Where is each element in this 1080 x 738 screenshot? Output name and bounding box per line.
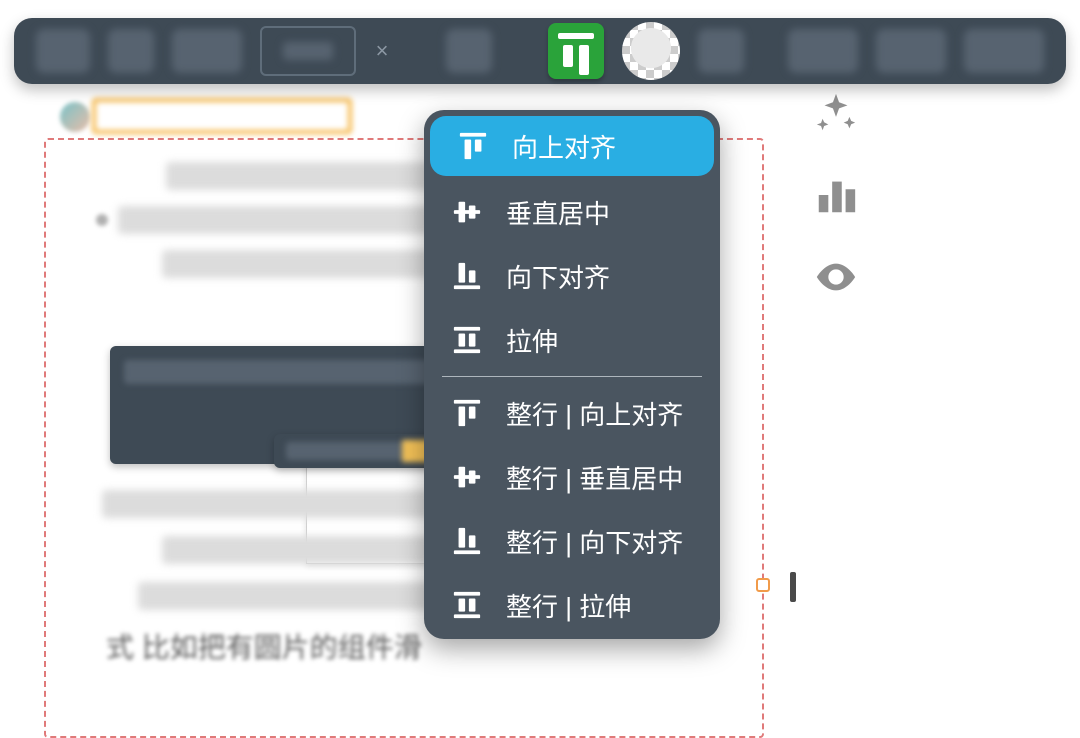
blurred-text (166, 162, 466, 190)
toolbar-button[interactable] (108, 29, 154, 73)
caret-marker (790, 572, 796, 602)
toolbar-button[interactable] (788, 29, 858, 73)
selection-handle[interactable] (756, 578, 770, 592)
vertical-align-button[interactable] (548, 23, 604, 79)
align-middle-icon (450, 195, 484, 229)
stretch-icon (450, 588, 484, 622)
size-input[interactable] (260, 26, 356, 76)
toolbar-button[interactable] (876, 29, 946, 73)
menu-item-label: 整行 | 向上对齐 (506, 395, 683, 432)
right-rail (806, 90, 866, 300)
bar-chart-icon[interactable] (813, 172, 859, 218)
toolbar-button[interactable] (698, 29, 744, 73)
multiply-separator: × (374, 38, 390, 64)
toolbar-button[interactable] (172, 29, 242, 73)
floating-toolbar: × (14, 18, 1066, 84)
highlighted-block (92, 98, 352, 134)
menu-item-label: 垂直居中 (506, 194, 610, 231)
toolbar-button[interactable] (36, 29, 90, 73)
sparkle-icon[interactable] (813, 90, 859, 136)
menu-item-align-top[interactable]: 向上对齐 (430, 116, 714, 176)
align-top-icon (456, 129, 490, 163)
toolbar-button[interactable] (446, 29, 492, 73)
menu-item-label: 整行 | 拉伸 (506, 587, 631, 624)
menu-item-label: 向上对齐 (512, 128, 616, 165)
image-fill-swatch[interactable] (622, 22, 680, 80)
menu-item-row-stretch[interactable]: 整行 | 拉伸 (424, 573, 720, 637)
align-top-icon (450, 396, 484, 430)
stretch-icon (450, 323, 484, 357)
comment-avatar (60, 102, 90, 132)
blurred-text (138, 582, 458, 610)
align-bottom-icon (450, 259, 484, 293)
align-bottom-icon (450, 524, 484, 558)
blurred-text (118, 206, 458, 234)
menu-item-label: 整行 | 向下对齐 (506, 523, 683, 560)
menu-item-align-middle[interactable]: 垂直居中 (424, 180, 720, 244)
menu-item-stretch[interactable]: 拉伸 (424, 308, 720, 372)
blurred-text (102, 490, 452, 518)
blurred-text (162, 536, 462, 564)
menu-separator (442, 376, 702, 377)
menu-item-row-align-middle[interactable]: 整行 | 垂直居中 (424, 445, 720, 509)
menu-item-align-bottom[interactable]: 向下对齐 (424, 244, 720, 308)
visible-text-line: 式 比如把有圆片的组件滑 (106, 626, 422, 666)
menu-item-label: 向下对齐 (506, 258, 610, 295)
menu-item-label: 整行 | 垂直居中 (506, 459, 683, 496)
menu-item-row-align-bottom[interactable]: 整行 | 向下对齐 (424, 509, 720, 573)
toolbar-button[interactable] (964, 29, 1044, 73)
vertical-align-menu: 向上对齐垂直居中向下对齐拉伸整行 | 向上对齐整行 | 垂直居中整行 | 向下对… (424, 110, 720, 639)
menu-item-label: 拉伸 (506, 322, 558, 359)
align-middle-icon (450, 460, 484, 494)
eye-icon[interactable] (813, 254, 859, 300)
bullet-icon (96, 214, 108, 226)
blurred-text (162, 250, 462, 278)
menu-item-row-align-top[interactable]: 整行 | 向上对齐 (424, 381, 720, 445)
